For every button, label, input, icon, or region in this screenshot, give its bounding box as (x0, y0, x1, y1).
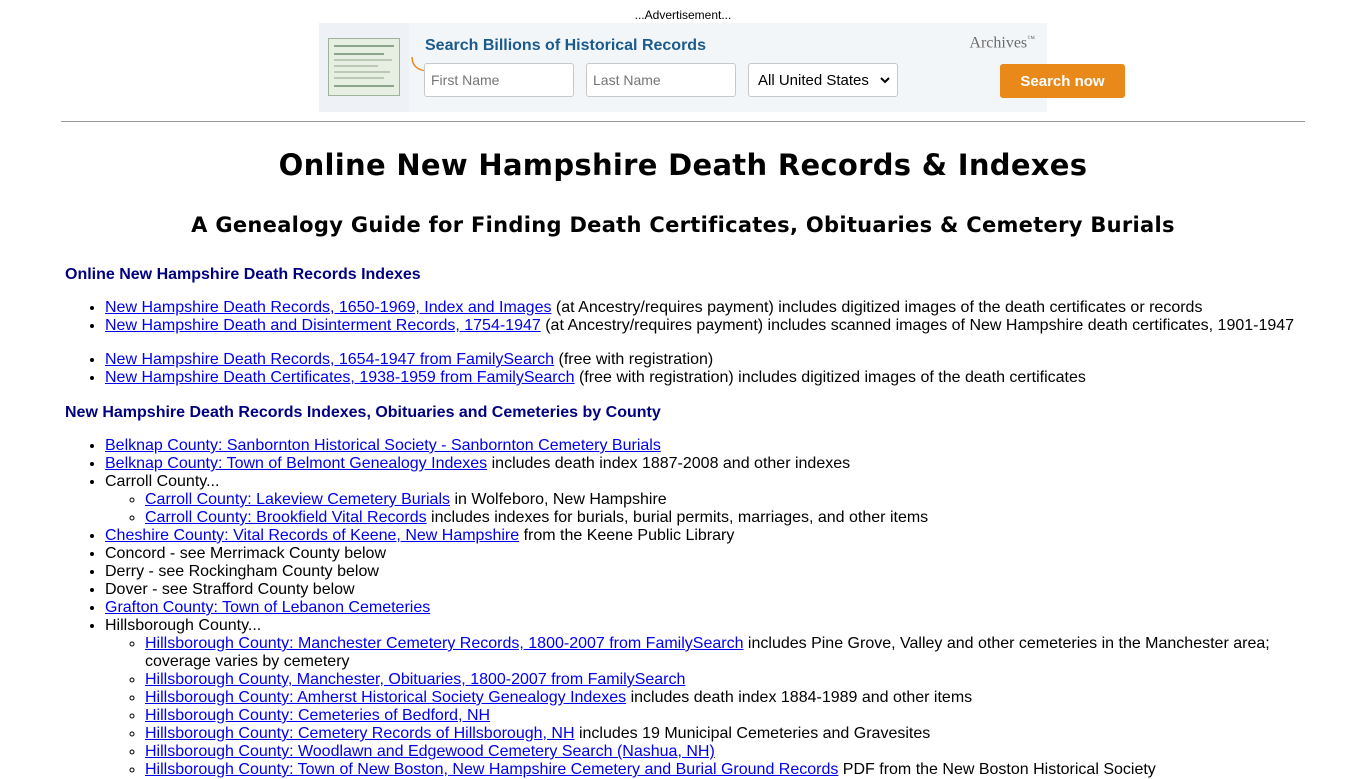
list-item: Dover - see Strafford County below (105, 581, 1305, 599)
record-description: (at Ancestry/requires payment) includes … (551, 299, 1203, 316)
last-name-input[interactable] (586, 63, 736, 97)
section-heading-online-indexes: Online New Hampshire Death Records Index… (65, 266, 421, 283)
record-link[interactable]: New Hampshire Death and Disinterment Rec… (105, 317, 541, 334)
county-link[interactable]: Hillsborough County: Woodlawn and Edgewo… (145, 743, 715, 760)
section-heading-by-county: New Hampshire Death Records Indexes, Obi… (65, 404, 661, 421)
county-description: in Wolfeboro, New Hampshire (450, 491, 667, 508)
county-link[interactable]: Grafton County: Town of Lebanon Cemeteri… (105, 599, 430, 616)
county-label: Carroll County... (105, 473, 220, 490)
horizontal-rule (61, 121, 1305, 122)
ad-search-panel: Search Billions of Historical Records Ar… (409, 23, 1125, 112)
chevron-down-icon (880, 77, 890, 84)
county-description: from the Keene Public Library (519, 527, 735, 544)
record-description: (free with registration) includes digiti… (574, 369, 1086, 386)
search-now-button[interactable]: Search now (1000, 64, 1125, 98)
page-subtitle: A Genealogy Guide for Finding Death Cert… (191, 213, 1175, 237)
list-item: Belknap County: Town of Belmont Genealog… (105, 455, 1305, 473)
list-item: New Hampshire Death Certificates, 1938-1… (105, 369, 1086, 387)
county-label: Hillsborough County... (105, 617, 262, 634)
county-list: Belknap County: Sanbornton Historical So… (65, 437, 1305, 779)
list-item: Hillsborough County: Manchester Cemetery… (145, 635, 1305, 671)
county-link[interactable]: Hillsborough County: Cemetery Records of… (145, 725, 575, 742)
certificate-thumbnail (328, 38, 400, 96)
county-link[interactable]: Carroll County: Lakeview Cemetery Burial… (145, 491, 450, 508)
trademark-mark: ™ (1027, 34, 1035, 43)
record-description: (at Ancestry/requires payment) includes … (540, 317, 1295, 334)
list-item: Derry - see Rockingham County below (105, 563, 1305, 581)
carroll-sublist: Carroll County: Lakeview Cemetery Burial… (105, 491, 1305, 527)
list-item: New Hampshire Death Records, 1650-1969, … (105, 299, 1294, 317)
county-description: includes death index 1887-2008 and other… (487, 455, 851, 472)
list-item: Carroll County... Carroll County: Lakevi… (105, 473, 1305, 527)
record-link[interactable]: New Hampshire Death Records, 1650-1969, … (105, 299, 551, 316)
archives-logo-text: Archives (969, 34, 1028, 52)
list-item: Hillsborough County: Woodlawn and Edgewo… (145, 743, 1305, 761)
page-title: Online New Hampshire Death Records & Ind… (278, 148, 1088, 182)
hillsborough-sublist: Hillsborough County: Manchester Cemetery… (105, 635, 1305, 779)
list-item: New Hampshire Death and Disinterment Rec… (105, 317, 1294, 335)
list-item: Hillsborough County: Amherst Historical … (145, 689, 1305, 707)
list-item: Hillsborough County: Cemetery Records of… (145, 725, 1305, 743)
list-item: Carroll County: Brookfield Vital Records… (145, 509, 1305, 527)
first-name-input[interactable] (424, 63, 574, 97)
county-description: includes 19 Municipal Cemeteries and Gra… (574, 725, 931, 742)
list-item: Hillsborough County, Manchester, Obituar… (145, 671, 1305, 689)
county-description: PDF from the New Boston Historical Socie… (838, 761, 1156, 778)
county-description: includes indexes for burials, burial per… (426, 509, 929, 526)
list-item: Concord - see Merrimack County below (105, 545, 1305, 563)
ad-label: ...Advertisement... (634, 8, 732, 22)
county-link[interactable]: Hillsborough County: Amherst Historical … (145, 689, 626, 706)
state-select-value: All United States (758, 71, 869, 89)
county-link[interactable]: Belknap County: Sanbornton Historical So… (105, 437, 661, 454)
county-link[interactable]: Cheshire County: Vital Records of Keene,… (105, 527, 519, 544)
county-link[interactable]: Hillsborough County: Town of New Boston,… (145, 761, 838, 778)
state-select[interactable]: All United States (748, 63, 898, 97)
list-item: Hillsborough County: Cemeteries of Bedfo… (145, 707, 1305, 725)
online-index-list-familysearch: New Hampshire Death Records, 1654-1947 f… (65, 351, 1086, 387)
record-link[interactable]: New Hampshire Death Records, 1654-1947 f… (105, 351, 554, 368)
list-item: Grafton County: Town of Lebanon Cemeteri… (105, 599, 1305, 617)
record-link[interactable]: New Hampshire Death Certificates, 1938-1… (105, 369, 575, 386)
advertisement-banner[interactable]: Search Billions of Historical Records Ar… (319, 23, 1125, 112)
county-link[interactable]: Hillsborough County: Manchester Cemetery… (145, 635, 743, 652)
record-description: (free with registration) (554, 351, 714, 368)
county-link[interactable]: Carroll County: Brookfield Vital Records (145, 509, 427, 526)
county-link[interactable]: Hillsborough County: Cemeteries of Bedfo… (145, 707, 490, 724)
list-item: Belknap County: Sanbornton Historical So… (105, 437, 1305, 455)
archives-logo[interactable]: Archives™ (969, 34, 1035, 52)
list-item: Hillsborough County: Town of New Boston,… (145, 761, 1305, 779)
list-item: Carroll County: Lakeview Cemetery Burial… (145, 491, 1305, 509)
list-item: Hillsborough County... Hillsborough Coun… (105, 617, 1305, 779)
online-index-list-ancestry: New Hampshire Death Records, 1650-1969, … (65, 299, 1294, 335)
county-link[interactable]: Belknap County: Town of Belmont Genealog… (105, 455, 487, 472)
county-description: includes death index 1884-1989 and other… (626, 689, 973, 706)
county-link[interactable]: Hillsborough County, Manchester, Obituar… (145, 671, 685, 688)
list-item: Cheshire County: Vital Records of Keene,… (105, 527, 1305, 545)
ad-title: Search Billions of Historical Records (425, 37, 706, 54)
list-item: New Hampshire Death Records, 1654-1947 f… (105, 351, 1086, 369)
